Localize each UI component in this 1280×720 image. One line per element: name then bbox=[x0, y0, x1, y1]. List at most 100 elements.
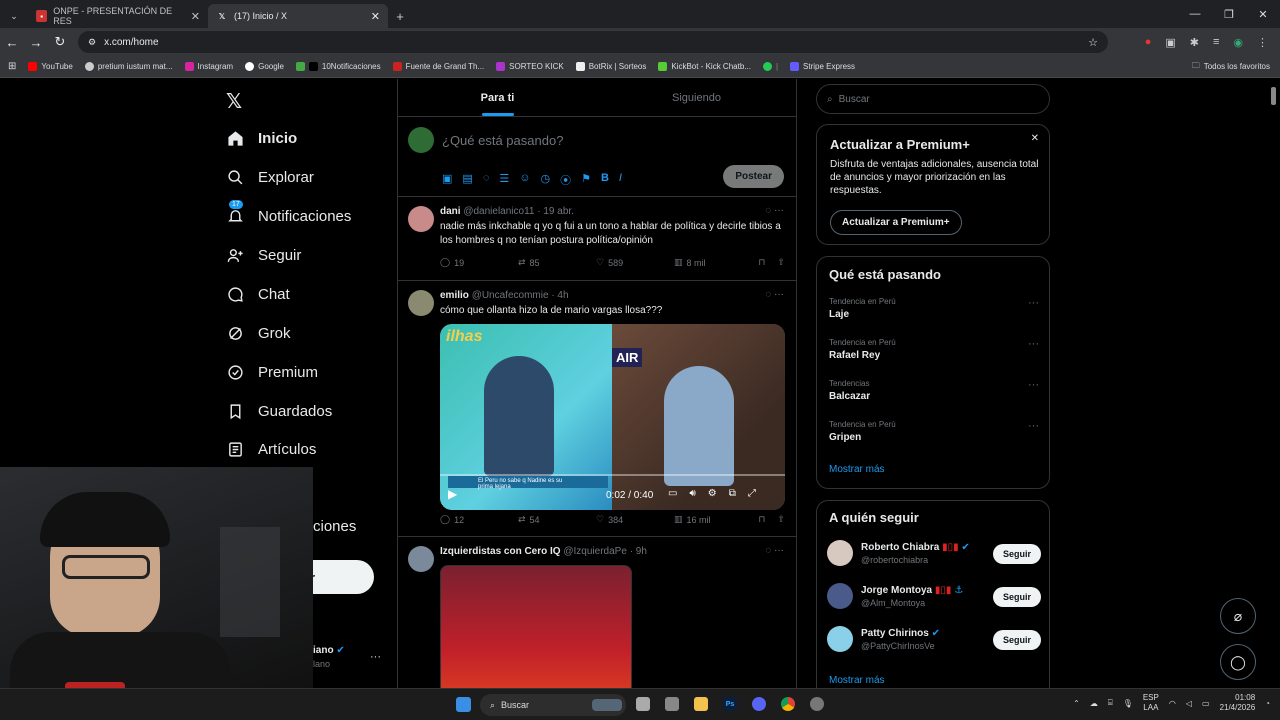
avatar[interactable] bbox=[827, 583, 853, 609]
post-menu[interactable]: ◌ ··· bbox=[765, 205, 784, 216]
close-window-icon[interactable]: ✕ bbox=[1246, 0, 1280, 28]
bookmark-10notificaciones[interactable]: 10Notificaciones bbox=[295, 62, 381, 71]
location-icon[interactable]: ⦿ bbox=[560, 172, 571, 188]
more-icon[interactable]: ··· bbox=[774, 289, 784, 300]
tab-siguiendo[interactable]: Siguiendo bbox=[597, 79, 796, 116]
video-progress-bar[interactable] bbox=[440, 474, 785, 476]
chat-fab-icon[interactable]: ◯ bbox=[1220, 644, 1256, 680]
post[interactable]: Izquierdistas con Cero IQ @IzquierdaPe ·… bbox=[398, 537, 796, 688]
reply-button[interactable]: ◯ 12 bbox=[440, 514, 518, 525]
close-icon[interactable]: ✕ bbox=[371, 10, 380, 23]
bookmark-google[interactable]: Google bbox=[245, 62, 284, 71]
share-icon[interactable]: ⇧ bbox=[777, 514, 785, 525]
italic-icon[interactable]: I bbox=[619, 172, 622, 188]
views-button[interactable]: ▥ 8 mil bbox=[674, 257, 754, 268]
account-more-icon[interactable]: ··· bbox=[370, 651, 381, 663]
minimize-icon[interactable]: — bbox=[1178, 0, 1212, 28]
chevron-up-icon[interactable]: ⌃ bbox=[1073, 699, 1080, 708]
reload-icon[interactable]: ↻ bbox=[48, 34, 72, 50]
more-icon[interactable]: ··· bbox=[1028, 297, 1039, 309]
app-icon[interactable] bbox=[665, 697, 679, 711]
post-time[interactable]: · 4h bbox=[551, 290, 568, 301]
volume-icon[interactable]: 🔊︎ bbox=[689, 488, 695, 499]
chrome-icon[interactable] bbox=[781, 697, 795, 711]
schedule-icon[interactable]: ◷ bbox=[540, 172, 550, 188]
network-icon[interactable]: ⌸ bbox=[1108, 698, 1113, 708]
bookmark-botrix[interactable]: BotRix | Sorteos bbox=[575, 62, 646, 71]
mic-icon[interactable]: 🎙︎ bbox=[1123, 699, 1133, 708]
file-explorer-icon[interactable] bbox=[694, 697, 708, 711]
captions-icon[interactable]: ▭ bbox=[668, 488, 677, 499]
follow-button[interactable]: Seguir bbox=[992, 587, 1041, 607]
browser-tab-x[interactable]: 𝕏 (17) Inicio / X ✕ bbox=[208, 4, 388, 28]
sidebar-item-seguir[interactable]: Seguir bbox=[226, 246, 301, 264]
close-icon[interactable]: ✕ bbox=[1031, 133, 1039, 144]
battery-icon[interactable]: ▭ bbox=[1202, 699, 1210, 708]
compose-input[interactable]: ¿Qué está pasando? bbox=[442, 133, 563, 148]
avatar[interactable] bbox=[408, 290, 434, 316]
extension-red-icon[interactable]: ● bbox=[1145, 36, 1152, 49]
grok-icon[interactable]: ◌ bbox=[765, 289, 771, 300]
trends-show-more[interactable]: Mostrar más bbox=[829, 464, 885, 475]
more-icon[interactable]: ··· bbox=[1028, 338, 1039, 350]
post-handle[interactable]: @Uncafecommie bbox=[472, 290, 549, 301]
sidebar-item-grok[interactable]: Grok bbox=[226, 324, 291, 342]
grok-icon[interactable]: ◌ bbox=[765, 205, 771, 216]
post-handle[interactable]: @IzquierdaPe bbox=[563, 546, 627, 557]
sidebar-item-premium[interactable]: Premium bbox=[226, 363, 318, 381]
avatar[interactable] bbox=[408, 206, 434, 232]
profile-avatar-icon[interactable]: ◉ bbox=[1233, 36, 1243, 49]
discord-icon[interactable] bbox=[752, 697, 766, 711]
more-icon[interactable]: ··· bbox=[1028, 379, 1039, 391]
new-tab-icon[interactable]: + bbox=[388, 4, 412, 28]
repost-button[interactable]: ⇄ 85 bbox=[518, 257, 596, 268]
url-bar[interactable]: ⚙ x.com/home ☆ bbox=[78, 31, 1108, 53]
fullscreen-icon[interactable]: ⤢ bbox=[748, 488, 756, 499]
notifications-icon[interactable]: ◔ bbox=[1265, 699, 1270, 708]
trend-item[interactable]: Tendencia en Perú Gripen ··· bbox=[829, 420, 1039, 443]
flag-icon[interactable]: ⚑ bbox=[581, 172, 591, 188]
avatar[interactable] bbox=[827, 626, 853, 652]
like-button[interactable]: ♡ 384 bbox=[596, 514, 674, 525]
bold-icon[interactable]: B bbox=[601, 172, 609, 188]
gif-icon[interactable]: ▤ bbox=[462, 172, 472, 188]
views-button[interactable]: ▥ 16 mil bbox=[674, 514, 754, 525]
photoshop-icon[interactable]: Ps bbox=[723, 697, 737, 711]
image-icon[interactable]: ▣ bbox=[442, 172, 452, 188]
tab-list-icon[interactable]: ⌄ bbox=[0, 4, 28, 28]
bookmark-grand-theft[interactable]: Fuente de Grand Th... bbox=[392, 62, 484, 71]
follow-button[interactable]: Seguir bbox=[992, 630, 1041, 650]
post-author[interactable]: dani bbox=[440, 206, 461, 217]
post-menu[interactable]: ◌ ··· bbox=[765, 289, 784, 300]
post-author[interactable]: Izquierdistas con Cero IQ bbox=[440, 546, 561, 557]
bookmark-kickbot[interactable]: KickBot - Kick Chatb... bbox=[658, 62, 751, 71]
tab-para-ti[interactable]: Para ti bbox=[398, 79, 597, 116]
reply-button[interactable]: ◯ 19 bbox=[440, 257, 518, 268]
cloud-icon[interactable]: ☁ bbox=[1090, 699, 1098, 708]
post-handle[interactable]: @danielanico11 bbox=[463, 206, 534, 217]
search-input[interactable]: ⌕ Buscar bbox=[816, 84, 1050, 114]
taskbar-search[interactable]: ⌕ Buscar bbox=[480, 694, 626, 716]
follow-suggestion[interactable]: Jorge Montoya ▮▯▮ ⚓ @Alm_Montoya Seguir bbox=[827, 583, 1041, 613]
avatar[interactable] bbox=[827, 540, 853, 566]
sidebar-item-guardados[interactable]: Guardados bbox=[226, 402, 332, 420]
trend-item[interactable]: Tendencia en Perú Rafael Rey ··· bbox=[829, 338, 1039, 361]
post-author[interactable]: emilio bbox=[440, 290, 469, 301]
forward-icon[interactable]: → bbox=[24, 35, 48, 50]
x-logo-icon[interactable]: 𝕏 bbox=[226, 89, 242, 114]
bookmark-icon[interactable]: ⊓ bbox=[758, 514, 765, 525]
grok-icon[interactable]: ◌ bbox=[483, 172, 490, 188]
video-player[interactable]: ilhas AIR El Peru no sabe q Nadine es su… bbox=[440, 324, 785, 510]
account-name-partial[interactable]: iano ✔ bbox=[313, 645, 345, 656]
settings-icon[interactable]: ⚙ bbox=[708, 488, 717, 499]
post-menu[interactable]: ◌ ··· bbox=[765, 545, 784, 556]
post-time[interactable]: · 19 abr. bbox=[537, 206, 574, 217]
sidebar-item-inicio[interactable]: Inicio bbox=[226, 129, 297, 147]
premium-button[interactable]: Actualizar a Premium+ bbox=[830, 210, 962, 235]
follow-show-more[interactable]: Mostrar más bbox=[829, 675, 885, 686]
post-media-image[interactable] bbox=[440, 565, 632, 688]
windows-start-icon[interactable] bbox=[456, 697, 471, 712]
repost-button[interactable]: ⇄ 54 bbox=[518, 514, 596, 525]
more-icon[interactable]: ··· bbox=[774, 545, 784, 556]
menu-icon[interactable]: ⋮ bbox=[1257, 36, 1268, 49]
